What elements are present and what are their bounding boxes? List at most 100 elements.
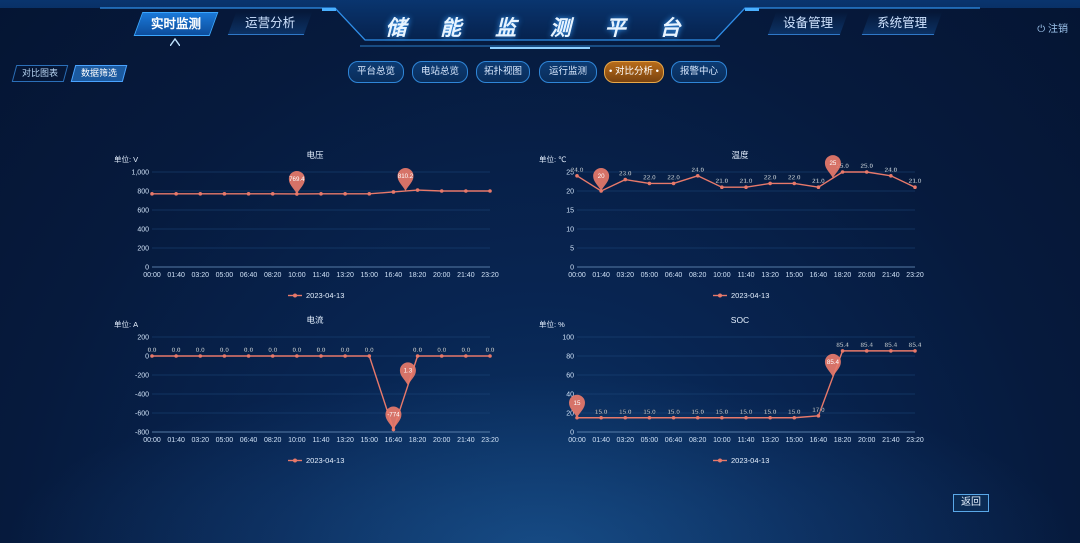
data-point — [768, 181, 772, 186]
chart-title: SOC — [731, 315, 749, 325]
tab-system-management[interactable]: 系统管理 — [861, 12, 943, 35]
data-label: 15.0 — [740, 409, 753, 416]
data-point — [768, 415, 772, 420]
x-tick-label: 01:40 — [592, 437, 610, 444]
data-label: 24.0 — [571, 167, 584, 174]
tab-operation-analysis[interactable]: 运营分析 — [227, 12, 313, 35]
data-point — [415, 188, 420, 192]
data-point — [174, 354, 178, 358]
data-label: 15.0 — [643, 409, 656, 416]
data-label: 23.0 — [619, 171, 632, 178]
x-tick-label: 10:00 — [288, 272, 306, 279]
x-tick-label: 06:40 — [665, 437, 683, 444]
y-tick-label: 15 — [566, 208, 574, 215]
x-tick-label: 08:20 — [264, 272, 282, 279]
x-tick-label: 18:20 — [834, 272, 852, 279]
data-point — [792, 415, 797, 420]
data-point — [575, 174, 579, 178]
pill-platform-overview[interactable]: 平台总览 — [348, 61, 404, 83]
x-tick-label: 18:20 — [409, 437, 427, 444]
x-tick-label: 16:40 — [385, 272, 403, 279]
data-point — [246, 192, 251, 196]
series-line — [152, 355, 490, 432]
data-point — [488, 354, 492, 358]
sub-tab-compare-chart[interactable]: 对比图表 — [11, 65, 69, 82]
pin-label: 15 — [574, 400, 581, 407]
tab-realtime-monitoring[interactable]: 实时监测 — [133, 12, 219, 36]
legend-marker — [718, 458, 722, 463]
x-tick-label: 13:20 — [761, 437, 779, 444]
data-point — [439, 354, 444, 358]
data-label: 15.0 — [691, 409, 704, 416]
pin-label: 85.4 — [827, 359, 840, 366]
pill-operation-monitoring[interactable]: 运行监测 — [539, 61, 597, 83]
tab-device-management[interactable]: 设备管理 — [767, 12, 849, 35]
legend-marker — [718, 293, 722, 298]
pill-comparison-analysis[interactable]: • 对比分析 • — [604, 61, 664, 83]
chart-title: 电流 — [306, 315, 324, 325]
pill-operation-monitoring-label: 运行监测 — [548, 66, 587, 77]
x-tick-label: 03:20 — [192, 272, 210, 279]
x-tick-label: 00:00 — [568, 272, 586, 279]
data-label: 22.0 — [764, 174, 777, 181]
x-tick-label: 23:20 — [906, 437, 924, 444]
data-label: 24.0 — [885, 167, 898, 174]
data-point — [695, 174, 700, 178]
y-tick-label: 0 — [570, 265, 574, 272]
y-tick-label: 0 — [145, 265, 149, 272]
data-point — [792, 181, 797, 186]
data-point — [840, 170, 845, 174]
back-button[interactable]: 返回 — [953, 494, 989, 512]
data-point — [150, 354, 154, 358]
tab-device-management-label: 设备管理 — [783, 16, 834, 30]
y-tick-label: 0 — [570, 430, 574, 437]
pill-platform-overview-label: 平台总览 — [356, 66, 395, 77]
chart-unit-label: 单位: A — [114, 319, 138, 329]
data-point — [464, 189, 468, 193]
x-tick-label: 21:40 — [457, 437, 475, 444]
y-tick-label: 60 — [566, 373, 574, 380]
data-point — [647, 181, 652, 186]
data-label: 0.0 — [268, 347, 277, 354]
data-label: 15.0 — [619, 409, 632, 416]
pin-label: 1.3 — [404, 367, 413, 374]
data-point — [391, 190, 396, 194]
temperature-chart: 温度 单位: ℃ 25 20 15 10 5 000:00 01:40 03:20 05:00 06:… — [539, 150, 924, 300]
data-point — [343, 354, 347, 358]
chart-unit-label: 单位: ℃ — [539, 154, 567, 164]
y-tick-label: 1,000 — [131, 170, 149, 177]
data-label: 22.0 — [643, 174, 656, 181]
data-point — [889, 349, 893, 353]
data-point — [464, 354, 468, 358]
data-point — [671, 181, 676, 186]
data-point — [198, 192, 203, 196]
pill-station-overview[interactable]: 电站总览 — [412, 61, 468, 83]
x-tick-label: 11:40 — [313, 272, 330, 279]
data-point — [198, 354, 203, 358]
tab-operation-analysis-label: 运营分析 — [245, 16, 296, 30]
sub-tab-compare-chart-label: 对比图表 — [22, 68, 59, 78]
chart-title: 电压 — [306, 150, 324, 160]
y-tick-label: 200 — [137, 335, 149, 342]
tab-system-management-label: 系统管理 — [877, 16, 928, 30]
x-tick-label: 18:20 — [409, 272, 427, 279]
y-tick-label: 200 — [137, 246, 149, 253]
x-tick-label: 20:00 — [433, 437, 451, 444]
x-tick-label: 03:20 — [617, 437, 635, 444]
data-point — [671, 415, 676, 420]
x-tick-label: 16:40 — [810, 437, 828, 444]
sub-tab-data-filter[interactable]: 数据筛选 — [71, 65, 128, 82]
legend-label: 2023-04-13 — [306, 291, 344, 300]
data-point — [720, 185, 724, 189]
y-tick-label: 10 — [566, 227, 574, 234]
data-label: 0.0 — [244, 347, 253, 354]
x-tick-label: 11:40 — [738, 437, 755, 444]
x-tick-label: 08:20 — [689, 272, 707, 279]
data-point — [222, 354, 227, 358]
data-point — [367, 192, 372, 196]
data-label: 0.0 — [292, 347, 301, 354]
pill-topology-view[interactable]: 拓扑视图 — [476, 61, 530, 83]
logout-button[interactable]: ⏻ 注销 — [1037, 20, 1068, 35]
data-point — [623, 415, 628, 420]
pill-alarm-center[interactable]: 报警中心 — [671, 61, 727, 83]
